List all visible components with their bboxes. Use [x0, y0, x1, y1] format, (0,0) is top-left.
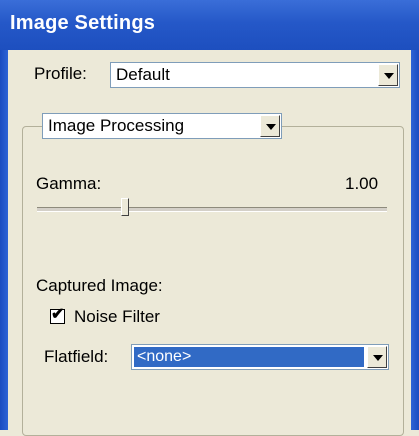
checkmark-icon: ✔ — [51, 306, 65, 323]
window-frame-left — [0, 50, 8, 430]
chevron-down-icon[interactable] — [367, 346, 387, 368]
group-selector-dropdown[interactable]: Image Processing — [42, 113, 282, 139]
window-frame-right — [411, 50, 419, 430]
gamma-label: Gamma: — [36, 174, 102, 193]
window-title: Image Settings — [10, 12, 156, 34]
title-bar[interactable]: Image Settings — [0, 0, 419, 50]
noise-filter-checkbox[interactable]: ✔ — [50, 306, 65, 324]
gamma-slider-thumb[interactable] — [120, 198, 129, 216]
noise-filter-label[interactable]: Noise Filter — [74, 307, 160, 327]
group-selector-value: Image Processing — [48, 116, 185, 135]
chevron-down-icon[interactable] — [378, 64, 398, 86]
profile-label: Profile: — [34, 64, 87, 83]
chevron-down-icon[interactable] — [260, 115, 280, 137]
gamma-value: 1.00 — [345, 174, 379, 193]
captured-image-label: Captured Image: — [36, 276, 163, 295]
profile-value: Default — [116, 65, 170, 84]
profile-dropdown[interactable]: Default — [110, 62, 400, 88]
gamma-slider-track[interactable] — [37, 207, 387, 212]
flatfield-label: Flatfield: — [44, 347, 109, 366]
flatfield-value: <none> — [134, 347, 364, 367]
flatfield-dropdown[interactable]: <none> — [131, 344, 389, 370]
